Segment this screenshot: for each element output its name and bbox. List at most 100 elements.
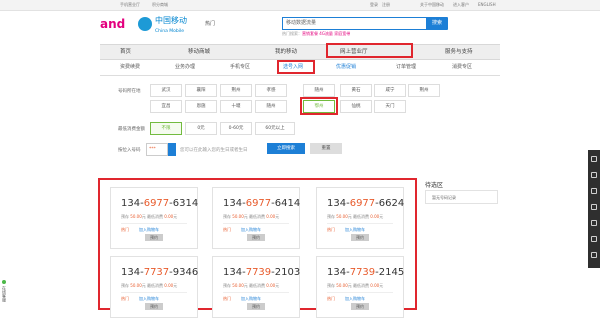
online-status-icon bbox=[2, 280, 6, 284]
mobile-icon[interactable] bbox=[591, 188, 597, 194]
number-card[interactable]: 134-7737-9346 预存 50.00元 最低消费 0.00元 热门 加入购… bbox=[110, 256, 198, 318]
rule-input[interactable]: *** bbox=[146, 143, 168, 156]
add-to-cart-link[interactable]: 加入购物车 bbox=[241, 227, 261, 232]
city-option[interactable]: 随州 bbox=[255, 100, 287, 113]
city-option[interactable]: 咸宁 bbox=[374, 84, 406, 97]
highlight-select-number bbox=[277, 60, 315, 74]
reserve-button[interactable]: 预约 bbox=[145, 234, 163, 241]
subnav-item[interactable]: 业务办理 bbox=[175, 59, 195, 75]
add-to-cart-link[interactable]: 加入购物车 bbox=[345, 227, 365, 232]
divider bbox=[223, 292, 289, 293]
main-nav: 首页 移动商城 我的移动 网上营业厅 服务与支持 bbox=[100, 44, 500, 60]
online-service[interactable]: 在线客服 bbox=[0, 280, 8, 310]
filter-panel: 号码所在地 武汉 襄阳 荆州 孝感 随州 黄石 咸宁 荆州 宜昌 恩施 十堰 随… bbox=[100, 80, 500, 165]
search-input[interactable]: 移动数据流量 bbox=[282, 17, 427, 30]
city-option[interactable]: 荆州 bbox=[408, 84, 440, 97]
city-option[interactable]: 天门 bbox=[374, 100, 406, 113]
edit-icon[interactable] bbox=[591, 172, 597, 178]
site-logo[interactable]: and 中国移动 China Mobile bbox=[100, 14, 192, 36]
topbar-english[interactable]: ENGLISH bbox=[478, 0, 496, 10]
nav-my-mobile[interactable]: 我的移动 bbox=[275, 45, 297, 59]
add-to-cart-link[interactable]: 加入购物车 bbox=[345, 296, 365, 301]
back-to-top-icon[interactable] bbox=[591, 252, 597, 258]
add-to-cart-link[interactable]: 加入购物车 bbox=[139, 296, 159, 301]
city-option[interactable]: 孝感 bbox=[255, 84, 287, 97]
hot-tag: 热门 bbox=[223, 227, 231, 232]
card-fees: 预存 50.00元 最低消费 0.00元 bbox=[327, 283, 384, 288]
side-toolbar bbox=[588, 150, 600, 268]
phone-number: 134-6977-6314 bbox=[121, 198, 199, 209]
search-button[interactable]: 搜索 bbox=[426, 17, 448, 30]
hot-tag: 热门 bbox=[327, 227, 335, 232]
china-mobile-icon bbox=[138, 17, 152, 31]
phone-number: 134-6977-6414 bbox=[223, 198, 301, 209]
subnav-item[interactable]: 手机专区 bbox=[230, 59, 250, 75]
subnav-item[interactable]: 优惠促销 bbox=[336, 59, 356, 75]
fee-option[interactable]: 0-60元 bbox=[220, 122, 252, 135]
fee-option-selected[interactable]: 不限 bbox=[150, 122, 182, 135]
reserve-button[interactable]: 预约 bbox=[247, 303, 265, 310]
hot-term[interactable]: 营销套餐 bbox=[302, 31, 318, 36]
nav-mall[interactable]: 移动商城 bbox=[188, 45, 210, 59]
search-now-button[interactable]: 立即搜索 bbox=[267, 143, 305, 154]
brand-and-logo: and bbox=[100, 17, 126, 31]
logo-text: 中国移动 China Mobile bbox=[155, 16, 187, 34]
city-option[interactable]: 十堰 bbox=[220, 100, 252, 113]
location-icon[interactable] bbox=[591, 236, 597, 242]
subnav-item[interactable]: 订单管理 bbox=[396, 59, 416, 75]
cart-icon[interactable] bbox=[591, 220, 597, 226]
subnav-item[interactable]: 消费专区 bbox=[452, 59, 472, 75]
user-icon[interactable] bbox=[591, 204, 597, 210]
reserve-button[interactable]: 预约 bbox=[247, 234, 265, 241]
city-option[interactable]: 黄石 bbox=[340, 84, 372, 97]
add-to-cart-link[interactable]: 加入购物车 bbox=[241, 296, 261, 301]
divider bbox=[327, 223, 393, 224]
number-card[interactable]: 134-6977-6414 预存 50.00元 最低消费 0.00元 热门 加入购… bbox=[212, 187, 300, 249]
city-option[interactable]: 宜昌 bbox=[150, 100, 182, 113]
topbar-about[interactable]: 关于中国移动 bbox=[420, 0, 444, 10]
city-option[interactable]: 恩施 bbox=[185, 100, 217, 113]
number-card[interactable]: 134-7739-2103 预存 50.00元 最低消费 0.00元 热门 加入购… bbox=[212, 256, 300, 318]
add-to-cart-link[interactable]: 加入购物车 bbox=[139, 227, 159, 232]
pending-title: 待选区 bbox=[425, 182, 444, 189]
reset-button[interactable]: 重置 bbox=[310, 143, 342, 154]
card-fees: 预存 50.00元 最低消费 0.00元 bbox=[121, 214, 178, 219]
city-option[interactable]: 荆州 bbox=[220, 84, 252, 97]
card-fees: 预存 50.00元 最低消费 0.00元 bbox=[223, 214, 280, 219]
nav-service[interactable]: 服务与支持 bbox=[445, 45, 473, 59]
hot-tag: 热门 bbox=[121, 227, 129, 232]
topbar-mobile-hall[interactable]: 手机营业厅 bbox=[120, 0, 140, 10]
top-bar: 手机营业厅 积分商城 登录 注册 关于中国移动 进入客户 ENGLISH bbox=[0, 0, 600, 11]
phone-number: 134-7739-2145 bbox=[327, 267, 405, 278]
search-icon[interactable] bbox=[591, 156, 597, 162]
topbar-customer[interactable]: 进入客户 bbox=[453, 0, 469, 10]
fee-label: 最低消费金额 bbox=[118, 127, 145, 132]
nav-home[interactable]: 首页 bbox=[120, 45, 131, 59]
hot-term[interactable]: 家庭宽带 bbox=[334, 31, 350, 36]
city-option[interactable]: 随州 bbox=[303, 84, 335, 97]
phone-number: 134-7737-9346 bbox=[121, 267, 199, 278]
reserve-button[interactable]: 预约 bbox=[145, 303, 163, 310]
fee-option[interactable]: 0元 bbox=[185, 122, 217, 135]
highlight-city bbox=[300, 97, 338, 115]
fee-option[interactable]: 60元以上 bbox=[255, 122, 295, 135]
highlight-online-hall bbox=[326, 43, 413, 58]
number-card[interactable]: 134-6977-6314 预存 50.00元 最低消费 0.00元 热门 加入购… bbox=[110, 187, 198, 249]
city-option[interactable]: 仙桃 bbox=[340, 100, 372, 113]
chevron-down-icon[interactable] bbox=[168, 143, 176, 156]
city-label: 号码所在地 bbox=[118, 89, 141, 94]
number-card[interactable]: 134-7739-2145 预存 50.00元 最低消费 0.00元 热门 加入购… bbox=[316, 256, 404, 318]
hot-tag: 热门 bbox=[327, 296, 335, 301]
city-option[interactable]: 襄阳 bbox=[185, 84, 217, 97]
reserve-button[interactable]: 预约 bbox=[351, 303, 369, 310]
hot-tag: 热门 bbox=[223, 296, 231, 301]
topbar-login[interactable]: 登录 bbox=[370, 0, 378, 10]
topbar-points-mall[interactable]: 积分商城 bbox=[152, 0, 168, 10]
subnav-item[interactable]: 资费续费 bbox=[120, 59, 140, 75]
hot-tag: 热门 bbox=[121, 296, 129, 301]
reserve-button[interactable]: 预约 bbox=[351, 234, 369, 241]
topbar-register[interactable]: 注册 bbox=[382, 0, 390, 10]
number-card[interactable]: 134-6977-6624 预存 50.00元 最低消费 0.00元 热门 加入购… bbox=[316, 187, 404, 249]
hot-term[interactable]: 4G流量 bbox=[319, 31, 333, 36]
city-option[interactable]: 武汉 bbox=[150, 84, 182, 97]
